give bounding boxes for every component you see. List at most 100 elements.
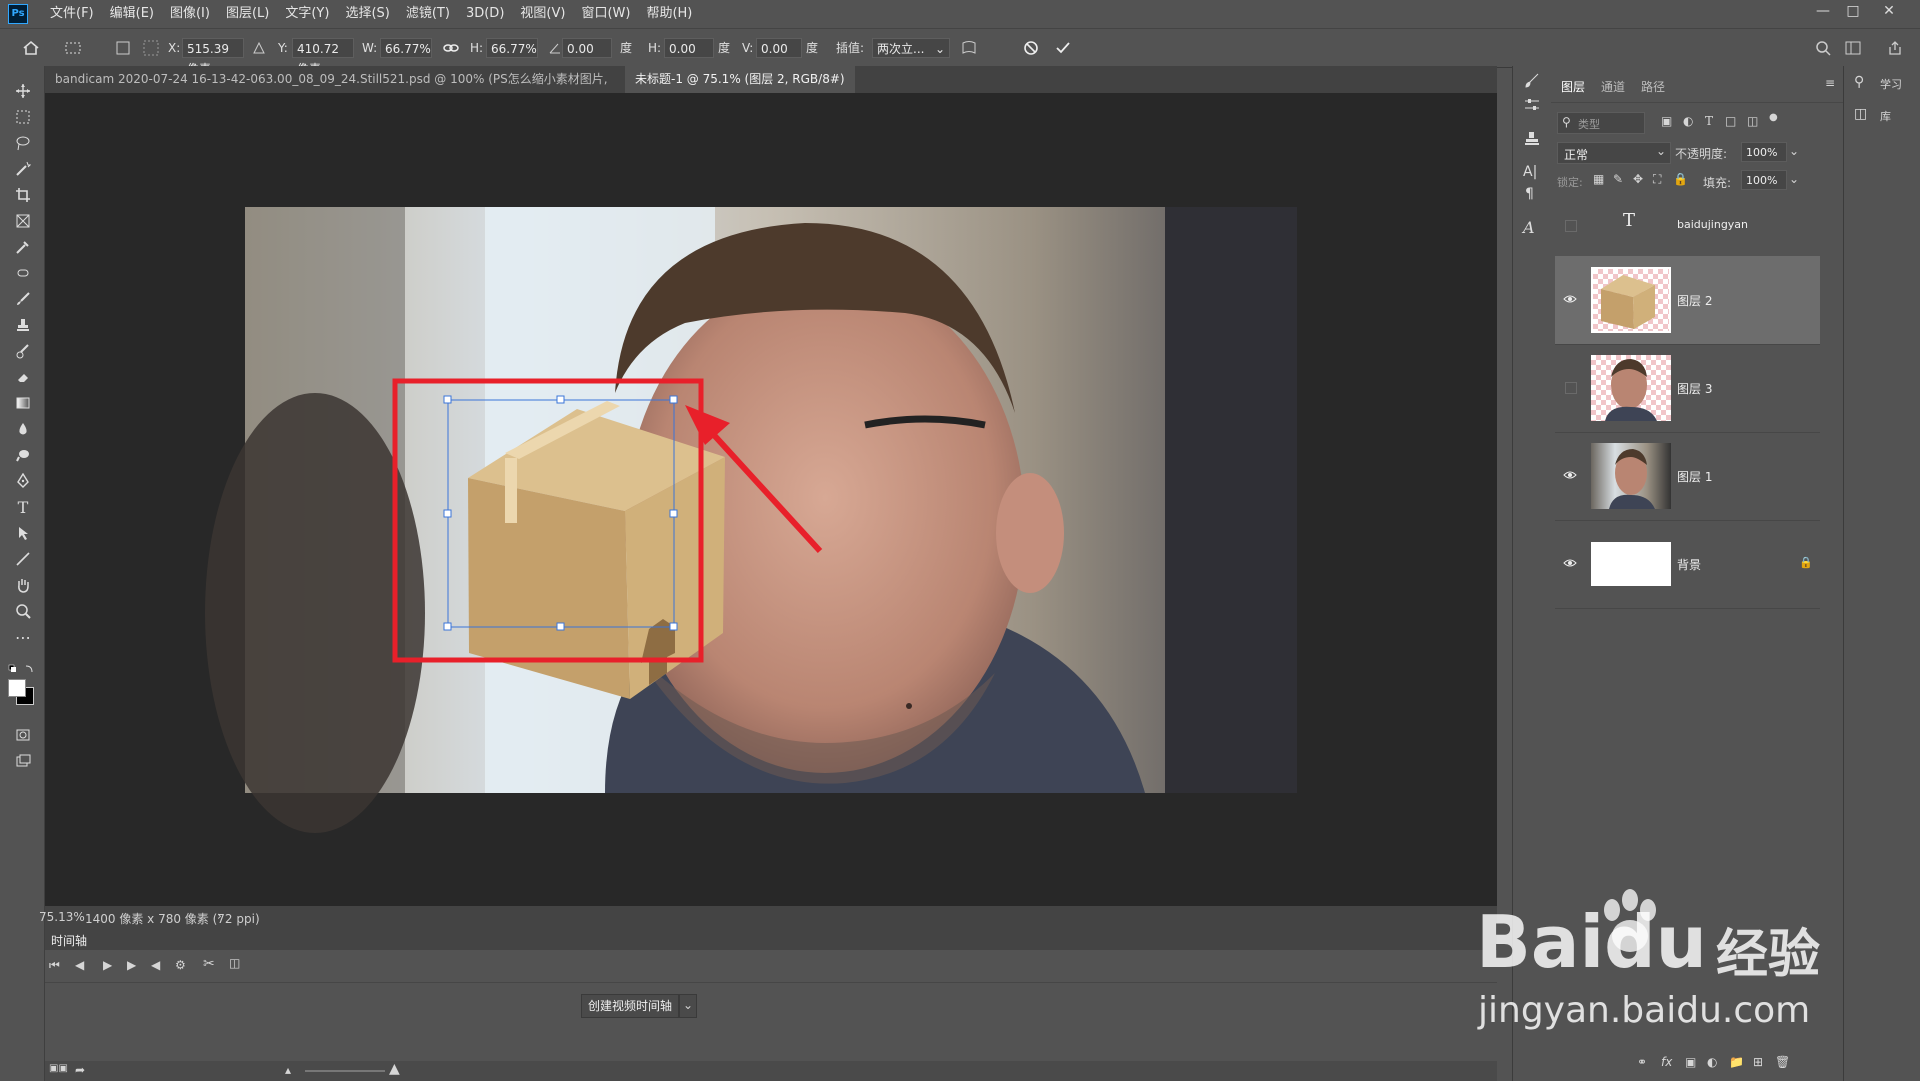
warp-mode-icon[interactable] — [958, 37, 980, 59]
dodge-tool-icon[interactable] — [10, 444, 36, 466]
transform-tool-icon[interactable] — [62, 37, 84, 59]
tab-bandicam-document[interactable]: bandicam 2020-07-24 16-13-42-063.00_08_0… — [45, 66, 625, 113]
screen-mode-icon[interactable] — [10, 750, 36, 772]
brush-settings-icon[interactable] — [1523, 72, 1541, 90]
convert-icon[interactable]: ➦ — [75, 1063, 85, 1077]
menu-edit[interactable]: 编辑(E) — [102, 0, 162, 28]
learn-button[interactable]: ⚲ 学习 — [1852, 74, 1916, 94]
layer-row-background[interactable]: 背景 🔒 — [1555, 520, 1820, 609]
menu-type[interactable]: 文字(Y) — [277, 0, 337, 28]
clone-source-icon[interactable] — [1523, 130, 1541, 148]
horizontal-skew-field[interactable]: 0.00 — [664, 38, 714, 58]
audio-icon[interactable]: ◀ — [151, 958, 160, 972]
tab-untitled-1[interactable]: 未标题-1 @ 75.1% (图层 2, RGB/8#) * × — [625, 66, 855, 113]
split-scissors-icon[interactable]: ✂ — [203, 956, 215, 972]
reference-point-grid-icon[interactable] — [140, 37, 162, 59]
zoom-level[interactable]: 75.13% — [39, 910, 85, 924]
eye-icon[interactable] — [1563, 558, 1577, 568]
gradient-tool-icon[interactable] — [10, 392, 36, 414]
width-scale-field[interactable]: 66.77% — [380, 38, 432, 58]
height-scale-field[interactable]: 66.77% — [486, 38, 538, 58]
tab-channels[interactable]: 通道 — [1601, 78, 1625, 95]
filter-smart-object-icon[interactable]: ◫ — [1747, 114, 1758, 128]
move-tool-icon[interactable] — [10, 80, 36, 102]
transform-handle[interactable] — [669, 622, 678, 631]
filter-shape-icon[interactable]: □ — [1725, 114, 1736, 128]
new-layer-icon[interactable]: ⊞ — [1753, 1055, 1763, 1069]
transform-handle[interactable] — [443, 395, 452, 404]
menu-view[interactable]: 视图(V) — [512, 0, 573, 28]
transform-handle[interactable] — [669, 395, 678, 404]
lock-position-icon[interactable]: ✥ — [1633, 172, 1643, 186]
filter-toggle-icon[interactable]: ● — [1769, 112, 1778, 123]
tab-layers[interactable]: 图层 — [1561, 78, 1585, 95]
frame-tool-icon[interactable] — [10, 210, 36, 232]
zoom-out-icon[interactable]: ▴ — [285, 1063, 291, 1077]
filter-adjustment-icon[interactable]: ◐ — [1683, 114, 1693, 128]
panel-menu-icon[interactable]: ≡ — [1825, 76, 1835, 90]
rotation-field[interactable]: 0.00 — [562, 38, 612, 58]
menu-help[interactable]: 帮助(H) — [638, 0, 700, 28]
first-frame-icon[interactable]: ⏮ — [49, 958, 60, 973]
layer-row-layer-3[interactable]: 图层 3 — [1555, 344, 1820, 433]
eyedropper-icon[interactable] — [10, 236, 36, 258]
blur-tool-icon[interactable] — [10, 418, 36, 440]
chevron-down-icon[interactable]: ⌄ — [679, 994, 697, 1018]
default-colors-icon[interactable] — [8, 664, 36, 676]
tab-paths[interactable]: 路径 — [1641, 78, 1665, 95]
reference-point-checkbox[interactable] — [112, 37, 134, 59]
layer-row-text[interactable]: T baidujingyan — [1555, 196, 1820, 257]
transition-icon[interactable]: ◫ — [229, 956, 240, 970]
filter-pixel-icon[interactable]: ▣ — [1661, 114, 1672, 128]
next-frame-icon[interactable]: ▶ — [127, 958, 136, 972]
chevron-down-icon[interactable]: ⌄ — [1789, 172, 1799, 186]
eraser-icon[interactable] — [10, 366, 36, 388]
layer-name[interactable]: 图层 1 — [1677, 468, 1712, 485]
pen-tool-icon[interactable] — [10, 470, 36, 492]
previous-frame-icon[interactable]: ◀ — [75, 958, 84, 972]
layer-name[interactable]: 背景 — [1677, 556, 1701, 573]
more-tools-icon[interactable]: ⋯ — [10, 626, 36, 648]
layer-row-layer-1[interactable]: 图层 1 — [1555, 432, 1820, 521]
menu-filter[interactable]: 滤镜(T) — [398, 0, 458, 28]
vertical-skew-field[interactable]: 0.00 — [756, 38, 802, 58]
layer-thumbnail[interactable] — [1591, 443, 1671, 509]
commit-transform-icon[interactable] — [1052, 37, 1074, 59]
hand-tool-icon[interactable] — [10, 574, 36, 596]
lock-artboard-icon[interactable]: ⛶ — [1653, 172, 1661, 187]
transform-handle[interactable] — [556, 395, 565, 404]
document-info[interactable]: 1400 像素 x 780 像素 (72 ppi) — [85, 910, 260, 927]
home-icon[interactable] — [20, 37, 42, 59]
marquee-tool-icon[interactable] — [10, 106, 36, 128]
close-icon[interactable]: ✕ — [1874, 0, 1904, 24]
transform-handle[interactable] — [443, 509, 452, 518]
lock-pixels-icon[interactable]: ✎ — [1613, 172, 1623, 186]
character-icon[interactable]: A| — [1523, 164, 1541, 182]
document-canvas[interactable] — [45, 93, 1497, 906]
layer-filter-select[interactable]: ⚲ 类型 — [1557, 112, 1645, 134]
search-icon[interactable] — [1812, 37, 1834, 59]
chevron-down-icon[interactable]: ⌄ — [1789, 144, 1799, 158]
link-layers-icon[interactable]: ⚭ — [1637, 1055, 1647, 1069]
history-brush-icon[interactable] — [10, 340, 36, 362]
menu-layer[interactable]: 图层(L) — [218, 0, 277, 28]
visibility-toggle[interactable] — [1565, 220, 1577, 232]
foreground-color-swatch[interactable] — [8, 679, 26, 697]
y-position-field[interactable]: 410.72 像素 — [292, 38, 354, 76]
create-video-timeline-button[interactable]: 创建视频时间轴 — [581, 994, 679, 1018]
maximize-icon[interactable]: □ — [1838, 0, 1868, 24]
zoom-tool-icon[interactable] — [10, 600, 36, 622]
new-adjustment-icon[interactable]: ◐ — [1707, 1055, 1717, 1069]
menu-image[interactable]: 图像(I) — [162, 0, 218, 28]
delete-layer-icon[interactable]: 🗑 — [1775, 1055, 1790, 1069]
menu-3d[interactable]: 3D(D) — [458, 0, 512, 28]
opacity-field[interactable]: 100% — [1741, 142, 1787, 162]
transform-handle[interactable] — [556, 622, 565, 631]
frame-animation-icon[interactable]: ▣▣ — [49, 1063, 68, 1074]
link-icon[interactable] — [440, 37, 462, 59]
interpolation-select[interactable]: 两次立... ⌄ — [872, 38, 950, 58]
chevron-right-icon[interactable]: › — [217, 909, 222, 923]
layer-name[interactable]: 图层 3 — [1677, 380, 1712, 397]
glyphs-icon[interactable]: A — [1523, 218, 1541, 237]
fill-field[interactable]: 100% — [1741, 170, 1787, 190]
